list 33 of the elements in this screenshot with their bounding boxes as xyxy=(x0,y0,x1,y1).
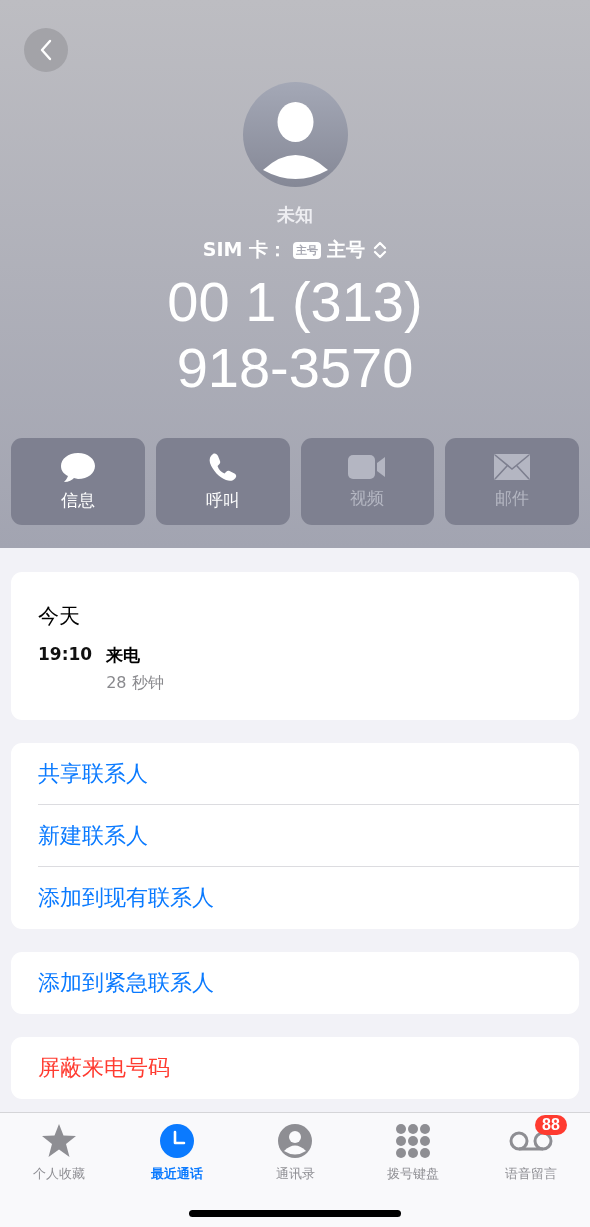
unread-badge: 88 xyxy=(535,1115,567,1135)
voicemail-icon xyxy=(507,1129,555,1153)
tab-item[interactable]: 通讯录 xyxy=(236,1113,354,1185)
phone-number: 00 1 (313) 918-3570 xyxy=(167,269,423,401)
envelope-icon xyxy=(493,453,532,481)
day-heading: 今天 xyxy=(38,603,81,630)
back-icon xyxy=(39,39,53,61)
contact-option[interactable]: 添加到现有联系人 xyxy=(38,867,579,929)
block-caller-option[interactable]: 屏蔽来电号码 xyxy=(38,1037,579,1099)
tab-item[interactable]: 个人收藏 xyxy=(0,1113,118,1185)
sim-badge: 主号 xyxy=(293,241,322,259)
tab-item[interactable]: 88 语音留言 xyxy=(472,1113,590,1185)
tab-item[interactable]: 拨号键盘 xyxy=(354,1113,472,1185)
contact-name: 未知 xyxy=(277,203,313,227)
clock-icon xyxy=(160,1124,194,1158)
call-type: 来电 xyxy=(106,644,142,667)
person-circle-icon xyxy=(278,1124,312,1158)
video-camera-icon xyxy=(347,453,388,481)
call-duration: 28 秒钟 xyxy=(106,673,164,694)
contact-option[interactable]: 添加到紧急联系人 xyxy=(38,952,579,1014)
tab-item[interactable]: 最近通话 xyxy=(118,1113,236,1185)
back-button[interactable] xyxy=(24,28,68,72)
sim-label: SIM 卡： xyxy=(202,237,288,262)
call-button[interactable]: 呼叫 xyxy=(155,438,290,525)
contact-option[interactable]: 新建联系人 xyxy=(38,805,579,867)
avatar-icon xyxy=(242,82,348,187)
call-time: 19:10 xyxy=(38,644,93,666)
message-button[interactable]: 信息 xyxy=(11,438,145,525)
sim-selector[interactable]: 主号 xyxy=(327,237,388,263)
chevron-up-down-icon xyxy=(373,240,388,260)
speech-bubble-icon xyxy=(59,451,96,483)
contact-option[interactable]: 共享联系人 xyxy=(38,743,579,805)
keypad-icon xyxy=(395,1123,431,1159)
